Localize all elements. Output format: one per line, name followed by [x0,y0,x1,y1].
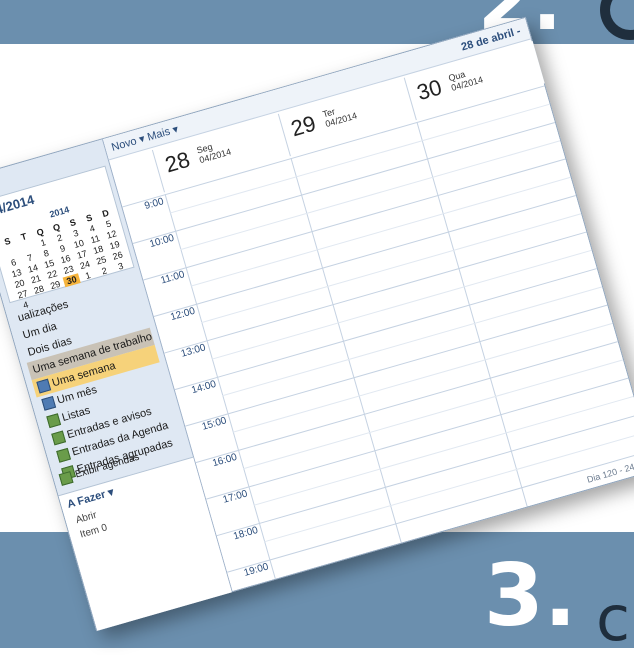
day-subtitle: Qua 04/2014 [447,65,484,93]
mini-calendar-year: 2014 [48,204,71,220]
step-number-bottom: 3. [484,546,577,646]
add-calendar-icon [58,471,74,486]
day-number: 29 [288,110,319,142]
day-subtitle: Seg 04/2014 [195,137,232,166]
day-subtitle: Ter 04/2014 [321,101,358,129]
day-number: 30 [414,74,445,106]
banner-decoration-bottom: c [596,582,631,655]
mini-calendar-title: 04/2014 [0,191,36,220]
calendar-icon [36,378,52,394]
day-number: 28 [162,146,193,178]
list-icon [51,430,67,446]
calendar-icon [41,395,57,411]
list-icon [56,447,72,463]
list-icon [46,413,62,429]
